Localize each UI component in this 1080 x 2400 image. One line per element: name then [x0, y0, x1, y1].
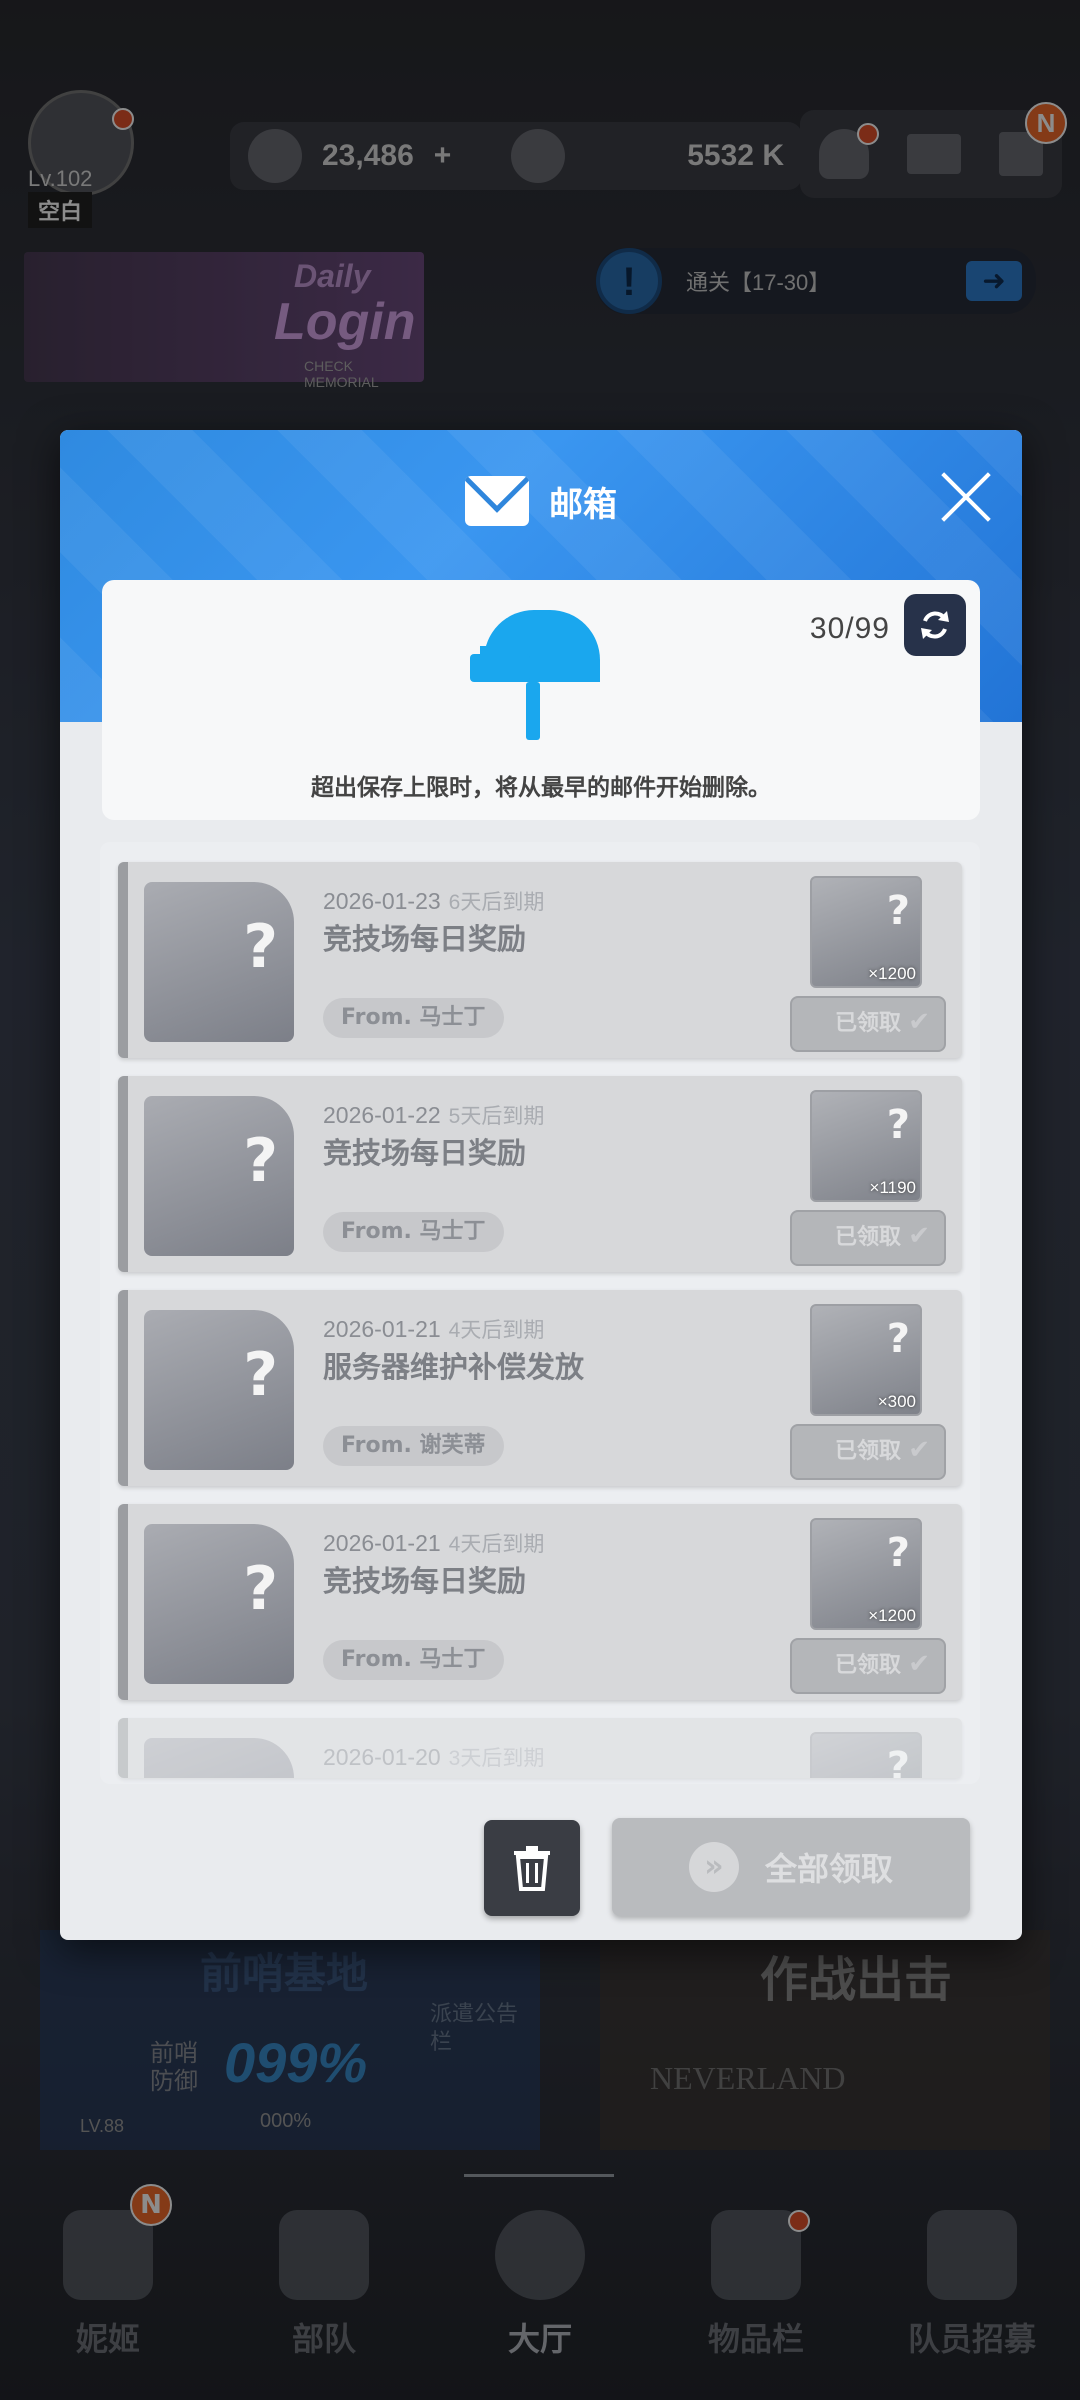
claimed-button[interactable]: 已领取 ✔ — [790, 1424, 946, 1480]
mail-item[interactable]: 2026-01-214天后到期 竞技场每日奖励 From. 马士丁 ×1200 … — [118, 1504, 962, 1700]
mail-list[interactable]: 2026-01-236天后到期 竞技场每日奖励 From. 马士丁 ×1200 … — [100, 842, 980, 1784]
mail-date-line: 2026-01-22 5天后到期 — [323, 1100, 544, 1130]
mail-expire: 6天后到期 — [448, 891, 545, 914]
double-chevron-icon: » — [688, 1842, 739, 1892]
sender-avatar — [144, 1738, 294, 1778]
mail-subject: 竞技场每日奖励 — [323, 1136, 527, 1170]
claimed-label: 已领取 — [834, 1439, 901, 1464]
trash-icon — [514, 1846, 550, 1891]
reward-icon[interactable] — [810, 1732, 922, 1778]
close-button[interactable] — [938, 470, 992, 524]
storage-limit-notice: 超出保存上限时，将从最早的邮件开始删除。 — [311, 775, 771, 801]
mail-subject: 竞技场每日奖励 — [323, 1564, 527, 1598]
mailbox-modal: 邮箱 30/99 超出保存上限时，将从最早的邮件开始删除。 2026-01-23… — [60, 430, 1022, 1940]
mail-count: 30/99 — [809, 612, 890, 645]
mail-date: 2026-01-21 — [323, 1316, 441, 1342]
mail-expire: 4天后到期 — [448, 1533, 545, 1556]
envelope-icon — [465, 476, 529, 526]
mail-date-line: 2026-01-21 4天后到期 — [323, 1528, 544, 1558]
sender-avatar — [144, 1310, 294, 1470]
refresh-icon — [921, 611, 949, 639]
reward-quantity: ×300 — [877, 1392, 916, 1411]
mailbox-icon — [470, 610, 610, 750]
mail-date: 2026-01-21 — [323, 1530, 441, 1556]
sender-avatar — [144, 882, 294, 1042]
modal-title: 邮箱 — [549, 484, 617, 525]
mail-date: 2026-01-23 — [323, 888, 441, 914]
reward-icon[interactable]: ×1190 — [810, 1090, 922, 1202]
check-icon: ✔ — [908, 1221, 930, 1251]
mail-item-partial[interactable]: 2026-01-20 3天后到期 — [118, 1718, 962, 1778]
mail-expire: 5天后到期 — [448, 1105, 545, 1128]
mail-subject: 服务器维护补偿发放 — [323, 1350, 585, 1384]
mail-subject: 竞技场每日奖励 — [323, 922, 527, 956]
reward-quantity: ×1200 — [868, 1606, 916, 1625]
mail-expire: 4天后到期 — [448, 1319, 545, 1342]
sender-avatar — [144, 1096, 294, 1256]
claimed-button[interactable]: 已领取 ✔ — [790, 1210, 946, 1266]
mail-item[interactable]: 2026-01-225天后到期 竞技场每日奖励 From. 马士丁 ×1190 … — [118, 1076, 962, 1272]
check-icon: ✔ — [908, 1007, 930, 1037]
reward-quantity: ×1190 — [869, 1178, 916, 1197]
reward-icon[interactable]: ×1200 — [810, 876, 922, 988]
mail-expire: 3天后到期 — [448, 1747, 545, 1770]
mail-item[interactable]: 2026-01-236天后到期 竞技场每日奖励 From. 马士丁 ×1200 … — [118, 862, 962, 1058]
claimed-label: 已领取 — [834, 1653, 901, 1678]
mail-date: 2026-01-20 — [323, 1744, 441, 1770]
mail-date: 2026-01-22 — [323, 1102, 441, 1128]
mail-sender: From. 谢芙蒂 — [323, 1426, 504, 1466]
claimed-label: 已领取 — [834, 1225, 901, 1250]
claimed-button[interactable]: 已领取 ✔ — [790, 1638, 946, 1694]
mail-date-line: 2026-01-20 3天后到期 — [323, 1742, 544, 1772]
sender-avatar — [144, 1524, 294, 1684]
claim-all-button[interactable]: » 全部领取 — [612, 1818, 970, 1916]
check-icon: ✔ — [908, 1435, 930, 1465]
mail-sender: From. 马士丁 — [323, 998, 504, 1038]
mail-date-line: 2026-01-23 6天后到期 — [323, 886, 544, 916]
mail-sender: From. 马士丁 — [323, 1212, 504, 1252]
mailbox-info-card: 30/99 超出保存上限时，将从最早的邮件开始删除。 — [102, 580, 980, 820]
check-icon: ✔ — [908, 1649, 930, 1679]
claimed-button[interactable]: 已领取 ✔ — [790, 996, 946, 1052]
delete-button[interactable] — [484, 1820, 580, 1916]
reward-icon[interactable]: ×1200 — [810, 1518, 922, 1630]
mail-date-line: 2026-01-21 4天后到期 — [323, 1314, 544, 1344]
reward-quantity: ×1200 — [868, 964, 916, 983]
claimed-label: 已领取 — [834, 1011, 901, 1036]
claim-all-label: 全部领取 — [764, 1850, 893, 1888]
refresh-button[interactable] — [904, 594, 966, 656]
mail-item[interactable]: 2026-01-21 4天后到期 服务器维护补偿发放 From. 谢芙蒂 ×300… — [118, 1290, 962, 1486]
reward-icon[interactable]: ×300 — [810, 1304, 922, 1416]
mail-sender: From. 马士丁 — [323, 1640, 504, 1680]
